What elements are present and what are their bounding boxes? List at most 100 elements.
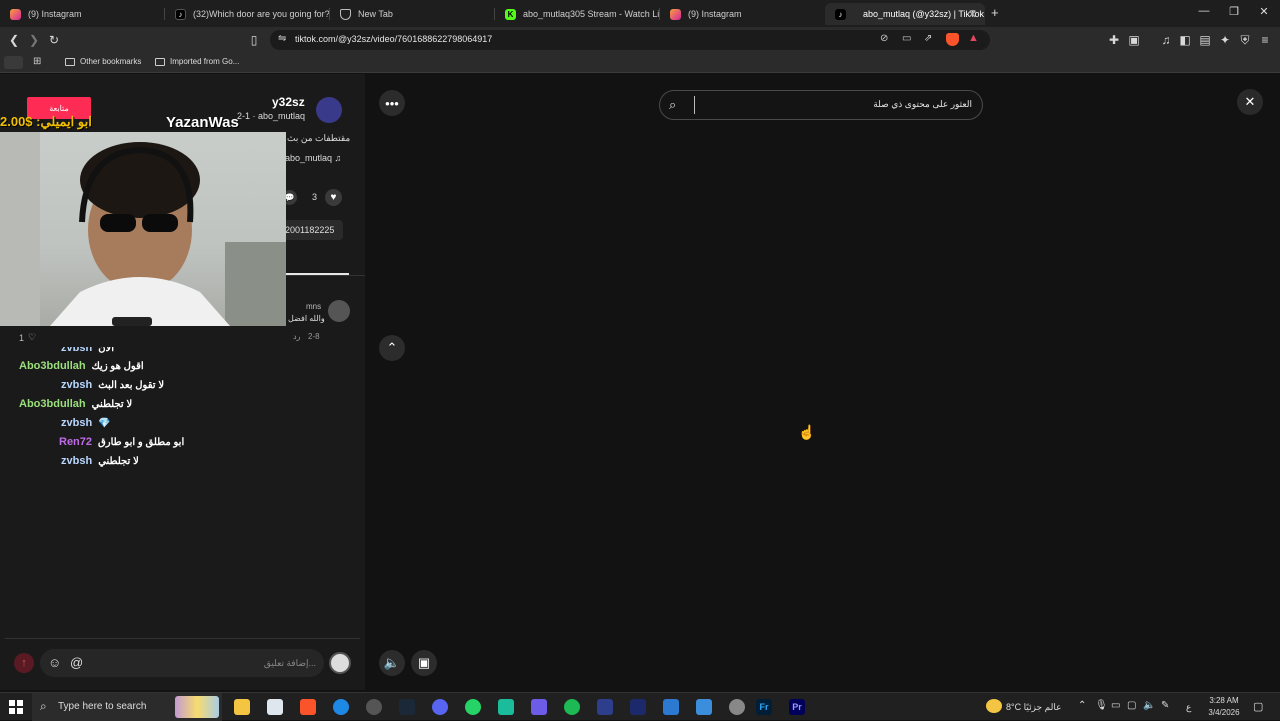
instagram-icon [10,8,21,20]
pen-icon[interactable]: ✎ [1161,700,1169,711]
user-avatar[interactable] [329,652,351,674]
address-bar[interactable]: ⇋ tiktok.com/@y32sz/video/76016886227980… [270,30,990,50]
taskbar-search[interactable]: ⌕ Type here to search [32,693,222,721]
chat-username[interactable]: Abo3bdullah [19,360,86,372]
reply-link[interactable]: رد [293,332,300,341]
media-icon[interactable]: ♫ [1158,32,1174,48]
brave-rewards-icon[interactable]: ▲ [968,32,979,44]
reload-icon[interactable]: ↻ [46,32,62,48]
text-cursor [694,96,695,114]
more-options-icon[interactable]: ••• [379,90,405,116]
notification-icon[interactable]: ▢ [1253,700,1263,713]
brave-icon[interactable] [300,699,316,715]
windows-start-icon[interactable] [9,700,23,714]
share-icon[interactable]: ⇗ [924,33,932,44]
premiere-icon[interactable]: Pr [789,699,805,715]
extensions-icon[interactable]: ✚ [1106,32,1122,48]
bookmark-imported[interactable]: Imported from Go... [155,57,239,66]
weather-icon[interactable] [986,699,1002,713]
restore-icon[interactable]: ❐ [1226,5,1242,18]
tab-instagram-1[interactable]: (9) Instagram [0,3,165,25]
weather-text[interactable]: 8°C عالم جزئيًا [1006,702,1061,713]
spotify-icon[interactable] [564,699,580,715]
comment-user[interactable]: mns [306,302,321,311]
chevron-up-icon[interactable]: ⌃ [379,335,405,361]
mute-tab-icon[interactable]: ⊘ [880,33,888,44]
heart-outline-icon[interactable]: ♡ [28,332,36,343]
store-icon[interactable] [267,699,283,715]
tab-close-icon[interactable]: ✕ [968,8,977,21]
chat-message: zvbsh لا تجلطني [61,455,139,467]
emoji-icon[interactable]: ☺ [48,655,61,670]
back-icon[interactable]: ❮ [6,32,22,48]
app-icon[interactable] [366,699,382,715]
app-icon[interactable] [498,699,514,715]
word-icon[interactable] [663,699,679,715]
whatsapp-icon[interactable] [465,699,481,715]
mention-icon[interactable]: @ [70,655,83,670]
taskbar-search-placeholder: Type here to search [58,701,147,712]
app-icon[interactable] [597,699,613,715]
bookmark-other[interactable]: Other bookmarks [65,57,141,66]
leo-ai-icon[interactable]: ✦ [1217,32,1233,48]
microphone-icon[interactable]: 🎙 [1095,700,1108,711]
input-language[interactable]: ع [1186,702,1191,713]
steam-icon[interactable] [399,699,415,715]
chat-username[interactable]: Ren72 [59,436,92,448]
commenter-avatar[interactable] [328,300,350,322]
app-icon[interactable] [696,699,712,715]
window-close-icon[interactable]: ✕ [1256,5,1272,18]
edge-icon[interactable] [333,699,349,715]
site-settings-icon[interactable]: ⇋ [278,33,286,44]
display-icon[interactable]: ▢ [1127,700,1136,711]
chevron-up-icon[interactable]: ⌃ [1078,700,1086,711]
volume-icon[interactable]: 🔈 [1143,700,1155,711]
apps-grid-icon[interactable]: ⊞ [33,56,41,67]
volume-icon[interactable]: 🔈 [379,650,405,676]
chat-username[interactable]: Abo3bdullah [19,398,86,410]
app-icon[interactable] [630,699,646,715]
minimize-icon[interactable]: — [1196,5,1212,17]
bookmark-icon[interactable]: ▯ [246,32,262,48]
url-text: tiktok.com/@y32sz/video/7601688622798064… [295,34,493,44]
cast-icon[interactable]: ▭ [902,33,911,44]
sidebar-icon[interactable]: ◧ [1177,32,1193,48]
chat-username[interactable]: zvbsh [61,417,92,429]
gamepad-icon[interactable] [531,699,547,715]
discord-icon[interactable] [432,699,448,715]
send-icon[interactable]: ↑ [14,653,34,673]
file-explorer-icon[interactable] [234,699,250,715]
heart-icon[interactable]: ♥ [325,189,342,206]
close-icon[interactable]: ✕ [1237,89,1263,115]
clock[interactable]: 3:28 AM 3/4/2026 [1204,696,1244,717]
post-sound[interactable]: abo_mutlaq ♫ [285,153,341,163]
avatar[interactable] [316,97,342,123]
picture-in-picture-icon[interactable]: ▣ [411,650,437,676]
brave-shields-icon[interactable] [946,33,959,46]
wallet-2-icon[interactable]: ▤ [1197,32,1213,48]
vpn-icon[interactable]: ⛨ [1237,32,1253,48]
wallet-icon[interactable]: ▣ [1126,32,1142,48]
bookmark-label: Imported from Go... [170,57,240,66]
new-tab-button[interactable]: + [991,5,999,20]
fresco-icon[interactable]: Fr [756,699,772,715]
tab-tiktok-active[interactable]: ♪ abo_mutlaq (@y32sz) | TikTok ✕ [825,3,985,25]
menu-icon[interactable]: ≡ [1257,32,1273,48]
tab-kick-stream[interactable]: K abo_mutlaq305 Stream - Watch Live o [495,3,660,25]
chat-username[interactable]: zvbsh [61,455,92,467]
tab-new-tab[interactable]: New Tab [330,3,495,25]
chat-username[interactable]: zvbsh [61,379,92,391]
clock-date: 3/4/2026 [1208,708,1240,717]
search-icon[interactable]: ⌕ [669,97,676,113]
brave-logo-icon[interactable] [4,56,23,69]
comment-input[interactable]: ☺ @ إضافة تعليق... [40,649,324,677]
tab-instagram-2[interactable]: (9) Instagram [660,3,825,25]
search-bar[interactable]: ⌕ العثور على محتوى ذي صلة [659,90,983,120]
tab-tiktok-door[interactable]: ♪ (32)Which door are you going for? | T [165,3,330,25]
forward-icon[interactable]: ❯ [26,32,42,48]
app-icon[interactable] [729,699,745,715]
post-username[interactable]: y32sz [272,95,305,109]
copy-link-field[interactable]: 2001182225 [279,220,343,240]
network-icon[interactable]: ▭ [1111,700,1120,711]
comment-like-count[interactable]: 1 [19,333,24,343]
